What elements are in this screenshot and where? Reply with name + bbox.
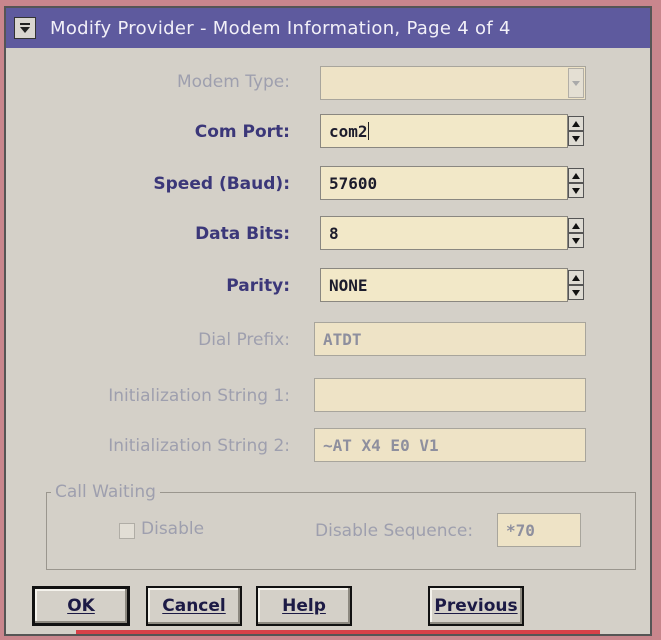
disable-sequence-label: Disable Sequence: (315, 521, 474, 541)
speed-label: Speed (Baud): (153, 174, 290, 194)
dial-prefix-field[interactable]: ATDT (314, 322, 586, 356)
call-waiting-group: Call Waiting Disable Disable Sequence: *… (46, 482, 636, 570)
spin-up-arrow-icon[interactable] (568, 270, 584, 285)
spin-up-arrow-icon[interactable] (568, 168, 584, 183)
title-bar[interactable]: Modify Provider - Modem Information, Pag… (6, 8, 650, 48)
parity-spin[interactable] (568, 270, 584, 300)
data-bits-label: Data Bits: (195, 224, 290, 244)
data-bits-spin[interactable] (568, 218, 584, 248)
spin-down-arrow-icon[interactable] (568, 285, 584, 300)
speed-spin[interactable] (568, 168, 584, 198)
disable-sequence-field[interactable]: *70 (497, 513, 581, 547)
modem-type-combo[interactable] (320, 66, 586, 100)
spin-down-arrow-icon[interactable] (568, 233, 584, 248)
spin-down-arrow-icon[interactable] (568, 131, 584, 146)
cancel-button[interactable]: Cancel (146, 586, 242, 626)
spin-up-arrow-icon[interactable] (568, 218, 584, 233)
ok-button[interactable]: OK (32, 586, 130, 626)
com-port-value: com2 (329, 122, 368, 141)
init-string-1-label: Initialization String 1: (108, 386, 290, 406)
init-string-1-field[interactable] (314, 378, 586, 412)
speed-field[interactable]: 57600 (320, 166, 568, 200)
accent-strip (76, 630, 600, 634)
com-port-spin[interactable] (568, 116, 584, 146)
spin-up-arrow-icon[interactable] (568, 116, 584, 131)
init-string-2-field[interactable]: ~AT X4 E0 V1 (314, 428, 586, 462)
modem-type-dropdown-arrow-icon[interactable] (568, 68, 584, 98)
init-string-2-label: Initialization String 2: (108, 436, 290, 456)
modem-type-label: Modem Type: (176, 72, 290, 92)
parity-label: Parity: (226, 276, 290, 296)
help-button[interactable]: Help (256, 586, 352, 626)
text-caret (367, 122, 369, 140)
spin-down-arrow-icon[interactable] (568, 183, 584, 198)
com-port-label: Com Port: (194, 122, 290, 142)
system-menu-icon[interactable] (14, 17, 36, 39)
disable-checkbox[interactable] (119, 523, 135, 539)
disable-checkbox-label: Disable (141, 519, 205, 539)
com-port-field[interactable]: com2 (320, 114, 568, 148)
dial-prefix-label: Dial Prefix: (198, 330, 290, 350)
parity-field[interactable]: NONE (320, 268, 568, 302)
window-title: Modify Provider - Modem Information, Pag… (50, 17, 511, 39)
modify-provider-dialog: Modify Provider - Modem Information, Pag… (4, 6, 652, 636)
call-waiting-legend: Call Waiting (51, 482, 160, 502)
previous-button[interactable]: Previous (428, 586, 524, 626)
data-bits-field[interactable]: 8 (320, 216, 568, 250)
